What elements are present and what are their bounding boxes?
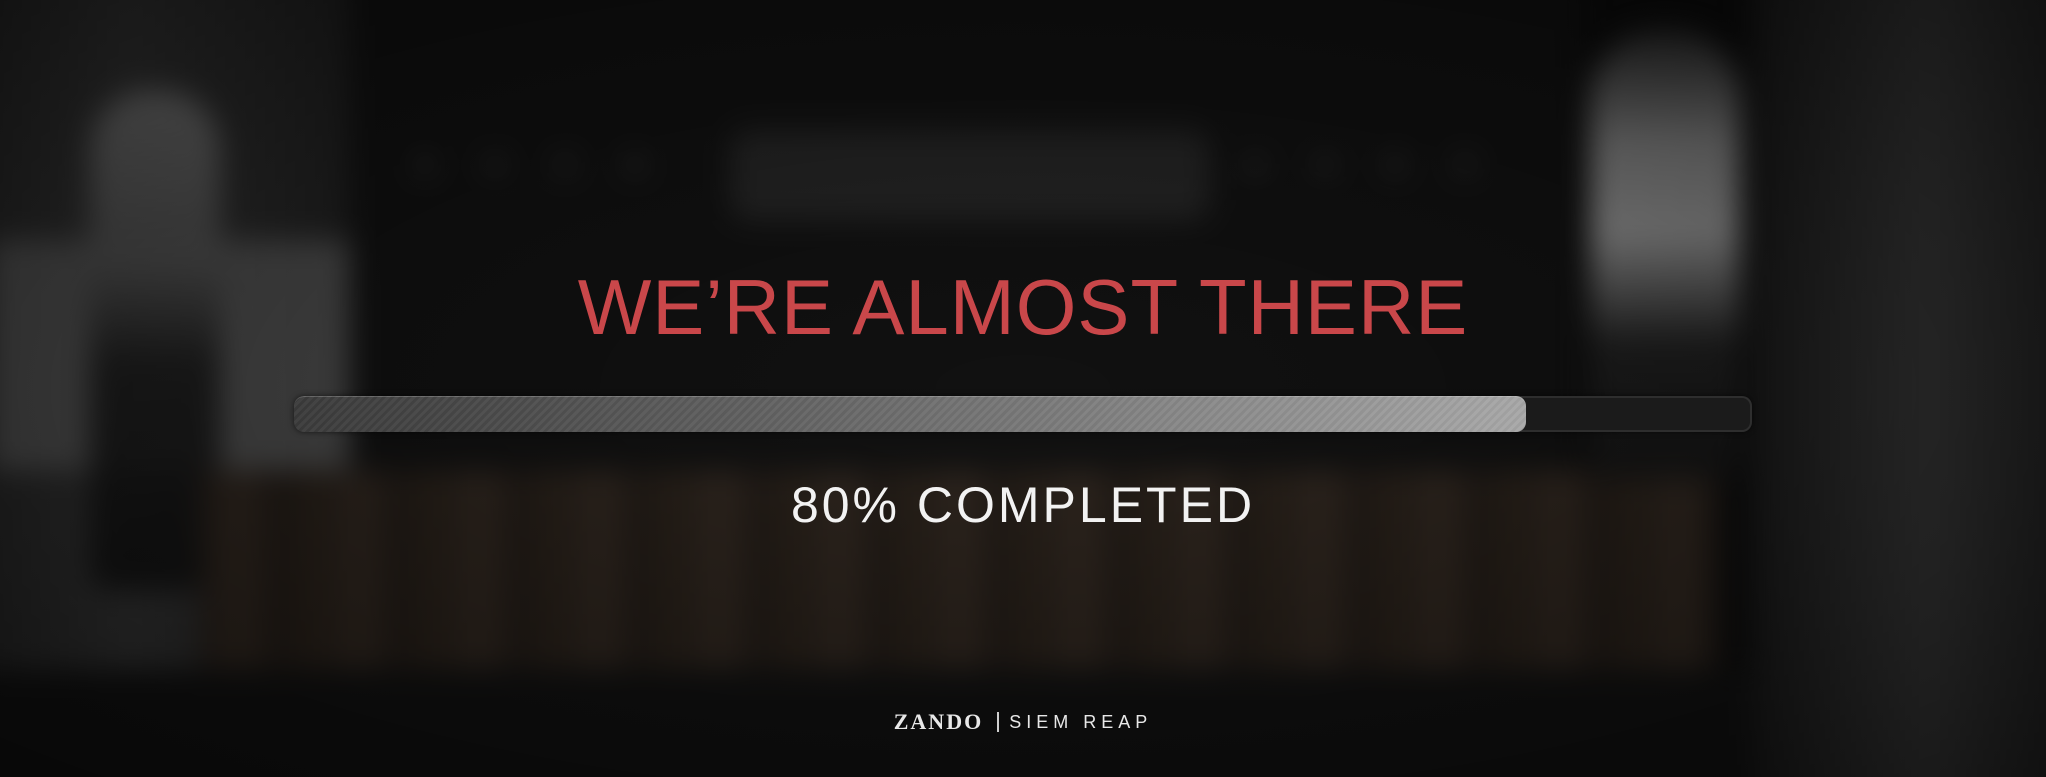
landing-screen: WE’RE ALMOST THERE 80% COMPLETED ZANDO SI…	[0, 0, 2046, 777]
brand-logo: ZANDO	[893, 709, 984, 734]
brand-divider	[997, 712, 1000, 732]
progress-bar-fill	[294, 396, 1526, 432]
footer-brand: ZANDO SIEM REAP	[0, 711, 2046, 733]
headline: WE’RE ALMOST THERE	[577, 263, 1469, 351]
progress-label: 80% COMPLETED	[790, 477, 1256, 533]
progress-bar	[294, 396, 1752, 432]
brand-location: SIEM REAP	[1009, 712, 1153, 732]
